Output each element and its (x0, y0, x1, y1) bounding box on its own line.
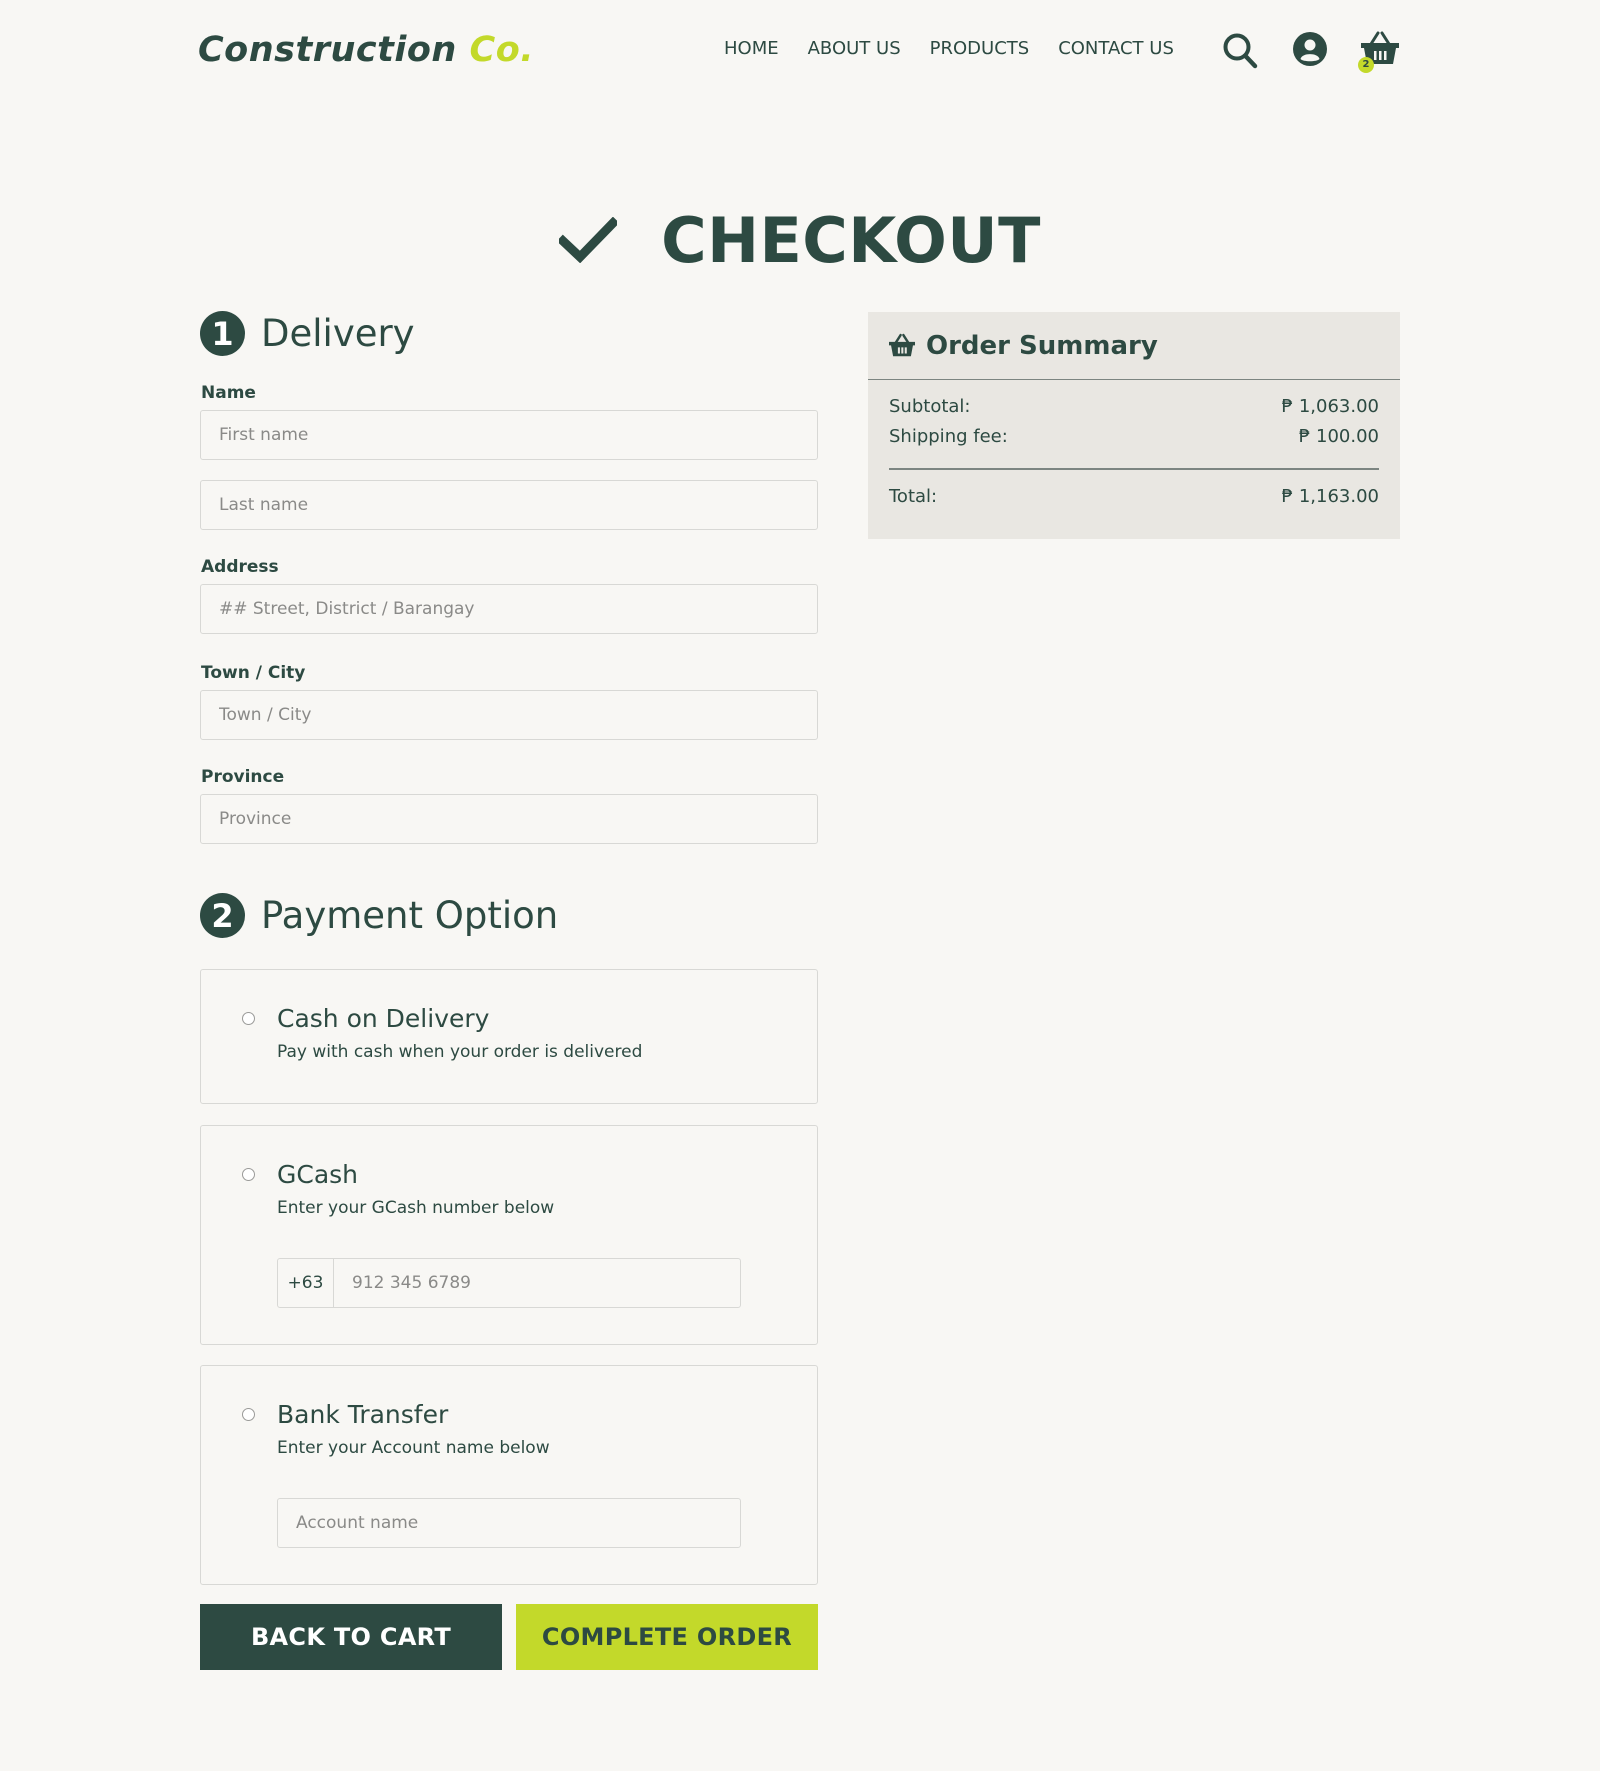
payment-option-cod[interactable]: Cash on Delivery Pay with cash when your… (200, 969, 818, 1104)
payment-option-title: Bank Transfer (277, 1400, 449, 1429)
back-to-cart-button[interactable]: BACK TO CART (200, 1604, 502, 1670)
subtotal-label: Subtotal: (889, 396, 971, 417)
brand-name: Construction (198, 30, 457, 70)
country-code-prefix: +63 (278, 1259, 334, 1307)
gcash-number-input[interactable] (334, 1259, 740, 1307)
step-number-2: 2 (200, 893, 245, 938)
name-label: Name (201, 383, 256, 403)
province-label: Province (201, 767, 285, 787)
payment-option-gcash[interactable]: GCash Enter your GCash number below +63 (200, 1125, 818, 1345)
gcash-number-field: +63 (277, 1258, 741, 1308)
site-header: Construction Co. HOME ABOUT US PRODUCTS … (0, 0, 1600, 100)
subtotal-row: Subtotal: ₱ 1,063.00 (889, 396, 1379, 417)
total-value: ₱ 1,163.00 (1281, 486, 1379, 507)
radio-cod[interactable] (242, 1012, 255, 1025)
payment-section-heading: 2 Payment Option (200, 893, 558, 938)
shipping-row: Shipping fee: ₱ 100.00 (889, 426, 1379, 447)
account-name-input[interactable] (277, 1498, 741, 1548)
radio-bank-transfer[interactable] (242, 1408, 255, 1421)
checkmark-icon (559, 217, 618, 263)
order-summary-title: Order Summary (926, 330, 1158, 361)
first-name-input[interactable] (200, 410, 818, 460)
province-input[interactable] (200, 794, 818, 844)
payment-title: Payment Option (261, 894, 559, 937)
address-input[interactable] (200, 584, 818, 634)
main-nav: HOME ABOUT US PRODUCTS CONTACT US (724, 38, 1174, 59)
payment-option-description: Pay with cash when your order is deliver… (277, 1042, 643, 1062)
summary-divider (889, 468, 1379, 470)
subtotal-value: ₱ 1,063.00 (1281, 396, 1379, 417)
payment-option-description: Enter your GCash number below (277, 1198, 555, 1218)
payment-option-title: GCash (277, 1160, 359, 1189)
payment-option-description: Enter your Account name below (277, 1438, 550, 1458)
total-label: Total: (889, 486, 938, 507)
shipping-value: ₱ 100.00 (1298, 426, 1379, 447)
brand-suffix: Co. (469, 30, 535, 70)
nav-home[interactable]: HOME (724, 38, 779, 59)
last-name-input[interactable] (200, 480, 818, 530)
page-title: CHECKOUT (661, 203, 1041, 277)
cart-icon[interactable]: 2 (1358, 30, 1400, 74)
page-title-row: CHECKOUT (0, 200, 1600, 280)
nav-products[interactable]: PRODUCTS (930, 38, 1030, 59)
user-icon[interactable] (1292, 31, 1328, 67)
step-number-1: 1 (200, 311, 245, 356)
nav-contact-us[interactable]: CONTACT US (1058, 38, 1174, 59)
order-summary-header: Order Summary (868, 312, 1400, 380)
address-label: Address (201, 557, 279, 577)
brand-logo[interactable]: Construction Co. (198, 30, 534, 70)
city-input[interactable] (200, 690, 818, 740)
order-summary-panel: Order Summary Subtotal: ₱ 1,063.00 Shipp… (868, 312, 1400, 539)
shipping-label: Shipping fee: (889, 426, 1008, 447)
city-label: Town / City (201, 663, 306, 683)
payment-option-bank[interactable]: Bank Transfer Enter your Account name be… (200, 1365, 818, 1585)
delivery-title: Delivery (261, 312, 415, 355)
cart-count-badge: 2 (1358, 57, 1374, 73)
payment-option-title: Cash on Delivery (277, 1004, 490, 1033)
basket-icon (889, 333, 915, 356)
delivery-section-heading: 1 Delivery (200, 311, 415, 356)
radio-gcash[interactable] (242, 1168, 255, 1181)
nav-about-us[interactable]: ABOUT US (808, 38, 901, 59)
complete-order-button[interactable]: COMPLETE ORDER (516, 1604, 818, 1670)
search-icon[interactable] (1222, 32, 1258, 70)
total-row: Total: ₱ 1,163.00 (889, 486, 1379, 507)
